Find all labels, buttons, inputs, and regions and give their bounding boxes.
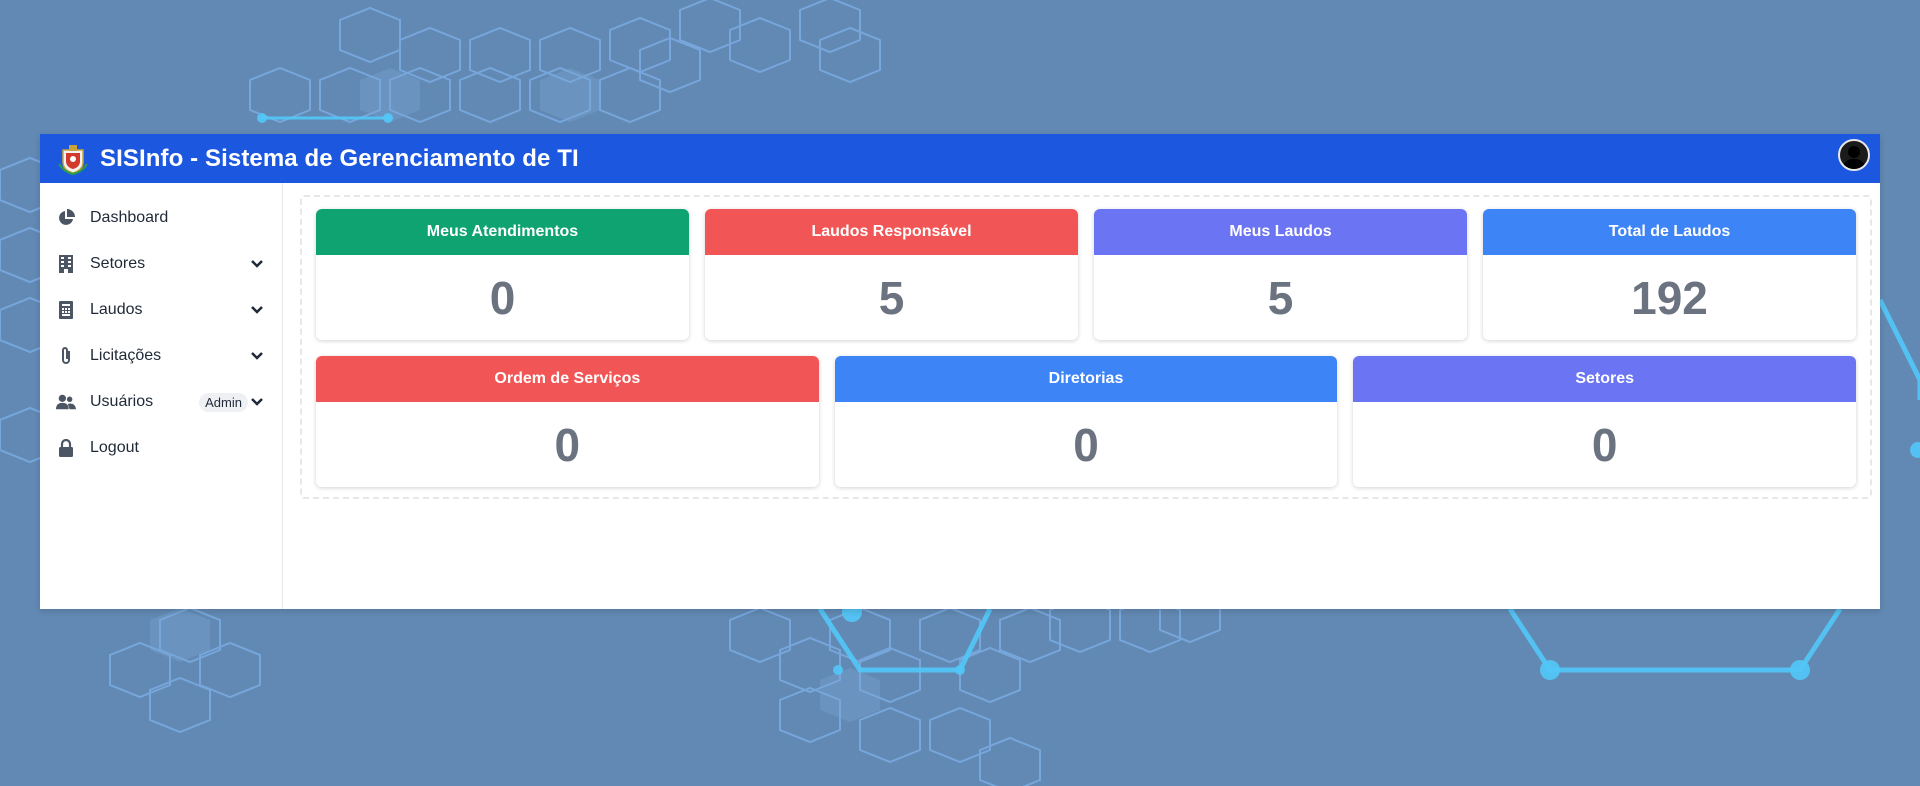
- paperclip-icon: [56, 346, 76, 366]
- sidebar-item-dashboard[interactable]: Dashboard: [40, 195, 282, 241]
- sidebar: Dashboard Setores Laudos Licitações Usuá…: [40, 183, 283, 609]
- pie-chart-icon: [56, 208, 76, 228]
- card-value: 0: [554, 418, 581, 471]
- card-header: Laudos Responsável: [705, 209, 1078, 255]
- card-value: 5: [878, 271, 905, 324]
- sidebar-item-label: Usuários: [90, 393, 154, 410]
- card-header: Meus Atendimentos: [316, 209, 689, 255]
- user-silhouette-icon: [1843, 146, 1865, 169]
- user-avatar[interactable]: [1838, 139, 1870, 171]
- card-value: 192: [1631, 271, 1708, 324]
- sidebar-item-logout[interactable]: Logout: [40, 425, 282, 471]
- stats-row-2: Ordem de Serviços 0 Diretorias 0 Setores…: [316, 356, 1857, 487]
- card-value: 0: [489, 271, 516, 324]
- stat-card-total-de-laudos[interactable]: Total de Laudos 192: [1483, 209, 1856, 340]
- coat-of-arms-logo[interactable]: [56, 142, 90, 176]
- chevron-down-icon[interactable]: [250, 303, 264, 317]
- app-title: SISInfo - Sistema de Gerenciamento de TI: [100, 144, 579, 172]
- card-value: 0: [1591, 418, 1618, 471]
- stats-row-1: Meus Atendimentos 0 Laudos Responsável 5…: [316, 209, 1856, 340]
- card-header: Setores: [1353, 356, 1857, 402]
- card-header: Meus Laudos: [1094, 209, 1467, 255]
- card-header: Ordem de Serviços: [316, 356, 819, 402]
- stat-card-setores[interactable]: Setores 0: [1353, 356, 1857, 487]
- sidebar-item-licitacoes[interactable]: Licitações: [40, 333, 282, 379]
- sidebar-item-label: Logout: [90, 439, 139, 456]
- chevron-down-icon[interactable]: [250, 349, 264, 363]
- stat-card-ordem-de-servicos[interactable]: Ordem de Serviços 0: [316, 356, 819, 487]
- sidebar-item-label: Dashboard: [90, 209, 169, 226]
- card-value: 0: [1073, 418, 1099, 471]
- card-header: Total de Laudos: [1483, 209, 1856, 255]
- sidebar-item-usuarios[interactable]: Usuários Admin: [40, 379, 282, 425]
- stat-card-meus-laudos[interactable]: Meus Laudos 5: [1094, 209, 1467, 340]
- lock-icon: [56, 438, 76, 458]
- sidebar-item-label: Setores: [90, 255, 146, 272]
- dashboard-panel: Meus Atendimentos 0 Laudos Responsável 5…: [300, 195, 1872, 499]
- stat-card-laudos-responsavel[interactable]: Laudos Responsável 5: [705, 209, 1078, 340]
- sidebar-item-label: Licitações: [90, 347, 162, 364]
- app-window: SISInfo - Sistema de Gerenciamento de TI…: [40, 134, 1880, 609]
- chevron-down-icon[interactable]: [250, 395, 264, 409]
- card-header: Diretorias: [834, 356, 1338, 402]
- users-icon: [56, 392, 76, 412]
- admin-badge: Admin: [199, 392, 248, 412]
- building-icon: [56, 254, 76, 274]
- stat-card-meus-atendimentos[interactable]: Meus Atendimentos 0: [316, 209, 689, 340]
- card-value: 5: [1267, 271, 1294, 324]
- sidebar-item-label: Laudos: [90, 301, 143, 318]
- sidebar-item-laudos[interactable]: Laudos: [40, 287, 282, 333]
- top-navbar: SISInfo - Sistema de Gerenciamento de TI: [40, 134, 1880, 183]
- document-icon: [56, 300, 76, 320]
- sidebar-item-setores[interactable]: Setores: [40, 241, 282, 287]
- chevron-down-icon[interactable]: [250, 257, 264, 271]
- stat-card-diretorias[interactable]: Diretorias 0: [834, 356, 1338, 487]
